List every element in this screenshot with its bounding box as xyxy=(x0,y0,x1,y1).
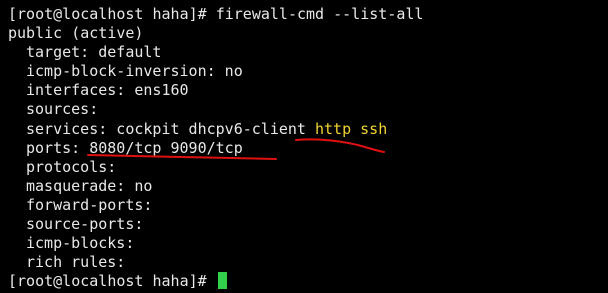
forward-ports-line: forward-ports: xyxy=(26,195,153,214)
interfaces-line: interfaces: ens160 xyxy=(26,81,189,100)
services-line: services: cockpit dhcpv6-client http ssh xyxy=(8,120,608,139)
protocols-line: protocols: xyxy=(26,157,117,176)
prompt-line[interactable]: [root@localhost haha]# xyxy=(8,272,608,291)
ports-line: ports: 8080/tcp 9090/tcp xyxy=(26,138,243,157)
masquerade-line: masquerade: no xyxy=(26,176,153,195)
sources-line: sources: xyxy=(26,100,99,119)
source-ports-line: source-ports: xyxy=(26,215,144,234)
prompt-text: [root@localhost haha]# xyxy=(8,272,216,291)
rich-rules-line: rich rules: xyxy=(26,253,126,272)
icmp-block-inversion-line: icmp-block-inversion: no xyxy=(26,62,243,81)
services-text: services: cockpit dhcpv6-client xyxy=(26,119,315,138)
terminal-window[interactable]: [root@localhost haha]# firewall-cmd --li… xyxy=(0,0,608,293)
target-line: target: default xyxy=(26,43,162,62)
terminal-cursor xyxy=(217,272,227,290)
command-line: [root@localhost haha]# firewall-cmd --li… xyxy=(8,5,424,23)
services-highlight: http ssh xyxy=(314,119,388,138)
icmp-blocks-line: icmp-blocks: xyxy=(26,234,135,253)
zone-header: public (active) xyxy=(8,24,144,43)
